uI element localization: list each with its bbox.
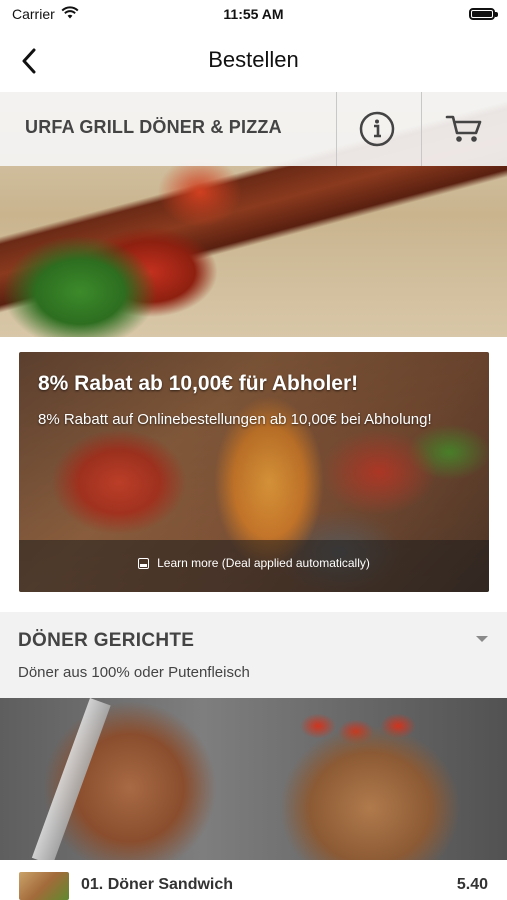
product-price: 5.40 <box>456 876 488 893</box>
learn-more-label: Learn more (Deal applied automatically) <box>157 556 370 570</box>
info-icon <box>359 111 395 147</box>
category-title: DÖNER GERICHTE <box>18 630 195 651</box>
learn-more-link[interactable]: Learn more (Deal applied automatically) <box>19 556 489 570</box>
product-name: 01. Döner Sandwich <box>81 876 234 893</box>
image-icon <box>138 557 150 569</box>
cart-icon <box>445 115 482 142</box>
deal-description: 8% Rabatt auf Onlinebestellungen ab 10,0… <box>38 411 432 428</box>
battery-icon <box>469 8 498 20</box>
clock: 11:55 AM <box>223 6 284 22</box>
deal-headline: 8% Rabat ab 10,00€ für Abholer! <box>38 372 359 395</box>
status-bar: Carrier 11:55 AM <box>0 0 507 30</box>
category-header[interactable]: DÖNER GERICHTE Döner aus 100% oder Puten… <box>0 612 507 698</box>
navigation-bar: Bestellen <box>0 30 507 92</box>
page-title: Bestellen <box>208 47 299 72</box>
chevron-down-icon <box>476 636 488 642</box>
restaurant-hero: URFA GRILL DÖNER & PIZZA <box>0 92 507 337</box>
info-button[interactable] <box>358 110 396 148</box>
product-row[interactable]: 01. Döner Sandwich 5.40 <box>0 860 507 900</box>
product-thumbnail <box>19 872 69 900</box>
restaurant-name: URFA GRILL DÖNER & PIZZA <box>25 117 282 137</box>
knife-shape <box>31 698 111 860</box>
deal-card[interactable]: 8% Rabat ab 10,00€ für Abholer! 8% Rabat… <box>19 352 489 592</box>
cart-button[interactable] <box>445 112 483 146</box>
deal-footer: Learn more (Deal applied automatically) <box>19 540 489 592</box>
divider <box>421 92 422 166</box>
category-subtitle: Döner aus 100% oder Putenfleisch <box>18 664 250 681</box>
category-image <box>0 698 507 860</box>
divider <box>336 92 337 166</box>
restaurant-header-bar: URFA GRILL DÖNER & PIZZA <box>0 92 507 166</box>
